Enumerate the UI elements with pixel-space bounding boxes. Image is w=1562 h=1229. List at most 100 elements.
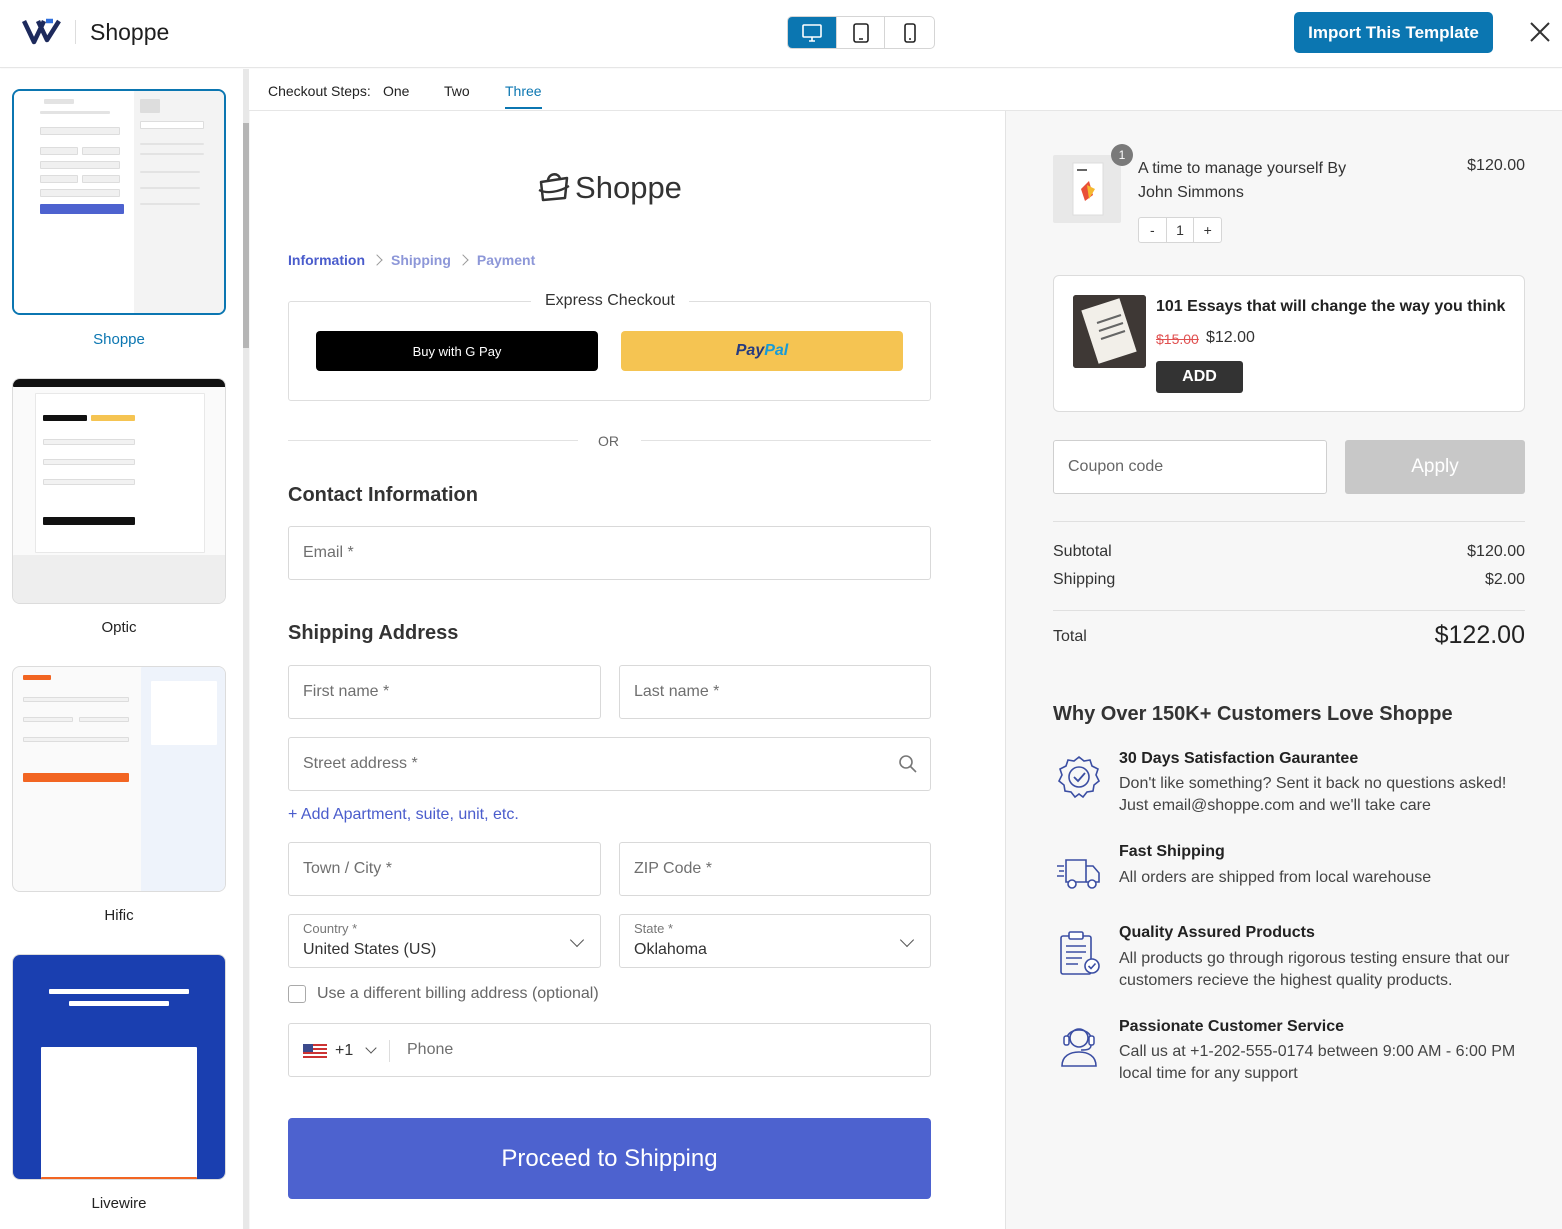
quantity-increase-button[interactable]: + — [1194, 218, 1221, 242]
tab-step-two[interactable]: Two — [444, 83, 470, 99]
desktop-icon — [802, 23, 822, 42]
express-checkout-title: Express Checkout — [531, 292, 689, 310]
tab-step-one[interactable]: One — [383, 83, 409, 99]
quantity-value[interactable]: 1 — [1165, 218, 1195, 242]
book-image-icon — [1073, 295, 1146, 368]
template-name-livewire[interactable]: Livewire — [0, 1195, 238, 1212]
breadcrumb: Information Shipping Payment — [288, 252, 535, 268]
feature-desc-guarantee: Don't like something? Sent it back no qu… — [1119, 775, 1507, 814]
or-divider-left — [288, 440, 578, 441]
badge-check-icon — [1057, 755, 1101, 799]
import-template-button[interactable]: Import This Template — [1294, 12, 1493, 53]
country-value: United States (US) — [303, 941, 437, 958]
device-switcher — [787, 16, 935, 49]
template-card-shoppe[interactable] — [12, 89, 226, 315]
headset-icon — [1061, 1028, 1097, 1067]
template-name-shoppe[interactable]: Shoppe — [0, 331, 238, 348]
template-name-hific[interactable]: Hific — [0, 907, 238, 924]
feature-title-quality: Quality Assured Products — [1119, 924, 1315, 941]
feature-desc-service: Call us at +1-202-555-0174 between 9:00 … — [1119, 1043, 1516, 1082]
store-logo-text: Shoppe — [575, 170, 682, 205]
tablet-icon — [852, 22, 869, 43]
feature-title-service: Passionate Customer Service — [1119, 1018, 1344, 1035]
feature-desc-shipping: All orders are shipped from local wareho… — [1119, 869, 1432, 886]
phone-field-group: +1 — [288, 1023, 931, 1077]
state-select[interactable]: State * Oklahoma — [619, 914, 931, 968]
shipping-value: $2.00 — [1484, 571, 1525, 588]
add-apartment-link[interactable]: + Add Apartment, suite, unit, etc. — [288, 806, 519, 824]
shopping-bag-icon — [538, 173, 570, 202]
search-icon[interactable] — [898, 754, 918, 774]
checkout-steps-bar: Checkout Steps: One Two Three — [249, 69, 1562, 111]
quantity-stepper: - 1 + — [1138, 217, 1222, 243]
or-divider-text: OR — [598, 433, 619, 449]
us-flag-icon[interactable] — [303, 1044, 327, 1059]
zip-code-field[interactable] — [619, 842, 931, 896]
breadcrumb-information[interactable]: Information — [288, 252, 365, 268]
tablet-view-button[interactable] — [837, 17, 886, 48]
quantity-badge: 1 — [1111, 144, 1133, 166]
mobile-icon — [903, 22, 916, 43]
summary-divider — [1053, 610, 1525, 611]
google-pay-button[interactable]: Buy with G Pay — [316, 331, 598, 371]
shipping-label: Shipping — [1053, 571, 1116, 588]
billing-address-option: Use a different billing address (optiona… — [288, 985, 599, 1003]
first-name-field[interactable] — [288, 665, 601, 719]
upsell-old-price: $15.00 — [1156, 331, 1199, 347]
feature-desc-quality: All products go through rigorous testing… — [1119, 950, 1510, 989]
logo-divider — [75, 20, 76, 44]
upsell-product-image — [1073, 295, 1146, 368]
upsell-product-title: 101 Essays that will change the way you … — [1156, 298, 1506, 315]
apply-coupon-button[interactable]: Apply — [1345, 440, 1525, 494]
breadcrumb-chevron-icon — [371, 254, 383, 266]
feature-title-shipping: Fast Shipping — [1119, 843, 1225, 860]
summary-divider — [1053, 521, 1525, 522]
top-bar: Shoppe Import This Template — [0, 0, 1562, 68]
country-label: Country * — [303, 921, 358, 936]
clipboard-check-icon — [1060, 931, 1100, 975]
phone-input[interactable] — [393, 1025, 923, 1075]
proceed-to-shipping-button[interactable]: Proceed to Shipping — [288, 1118, 931, 1199]
breadcrumb-shipping[interactable]: Shipping — [391, 252, 451, 268]
store-logo: Shoppe — [288, 170, 931, 206]
phone-country-code[interactable]: +1 — [335, 1042, 353, 1060]
quantity-decrease-button[interactable]: - — [1139, 218, 1166, 242]
or-divider-right — [641, 440, 931, 441]
state-value: Oklahoma — [634, 941, 707, 958]
email-field[interactable] — [288, 526, 931, 580]
template-card-livewire[interactable] — [12, 954, 226, 1180]
product-thumbnail — [1053, 155, 1121, 223]
subtotal-value: $120.00 — [1467, 543, 1525, 560]
app-logo-icon — [22, 18, 61, 45]
chevron-down-icon[interactable] — [365, 1042, 377, 1054]
country-select[interactable]: Country * United States (US) — [288, 914, 601, 968]
desktop-view-button[interactable] — [788, 17, 837, 48]
close-icon[interactable] — [1528, 20, 1552, 44]
street-address-field[interactable] — [288, 737, 931, 791]
paypal-logo-pay: Pay — [735, 342, 765, 359]
contact-information-title: Contact Information — [288, 484, 478, 506]
breadcrumb-payment[interactable]: Payment — [477, 252, 535, 268]
chevron-down-icon — [899, 932, 915, 948]
phone-divider — [389, 1040, 390, 1062]
total-value: $122.00 — [1434, 621, 1525, 649]
template-card-hific[interactable] — [12, 666, 226, 892]
book-cover-icon — [1072, 162, 1104, 216]
coupon-code-input[interactable] — [1053, 440, 1327, 494]
template-title: Shoppe — [90, 19, 170, 45]
city-field[interactable] — [288, 842, 601, 896]
template-name-optic[interactable]: Optic — [0, 619, 238, 636]
last-name-field[interactable] — [619, 665, 931, 719]
checkout-steps-label: Checkout Steps: — [268, 83, 371, 99]
billing-address-checkbox[interactable] — [288, 985, 306, 1003]
product-price: $120.00 — [1467, 157, 1525, 174]
breadcrumb-chevron-icon — [457, 254, 469, 266]
mobile-view-button[interactable] — [885, 17, 934, 48]
truck-icon — [1057, 859, 1100, 889]
paypal-button[interactable]: PayPal — [621, 331, 903, 371]
tab-step-three[interactable]: Three — [505, 83, 542, 109]
template-card-optic[interactable] — [12, 378, 226, 604]
chevron-down-icon — [569, 932, 585, 948]
shipping-address-title: Shipping Address — [288, 622, 459, 644]
add-upsell-button[interactable]: ADD — [1156, 361, 1243, 393]
